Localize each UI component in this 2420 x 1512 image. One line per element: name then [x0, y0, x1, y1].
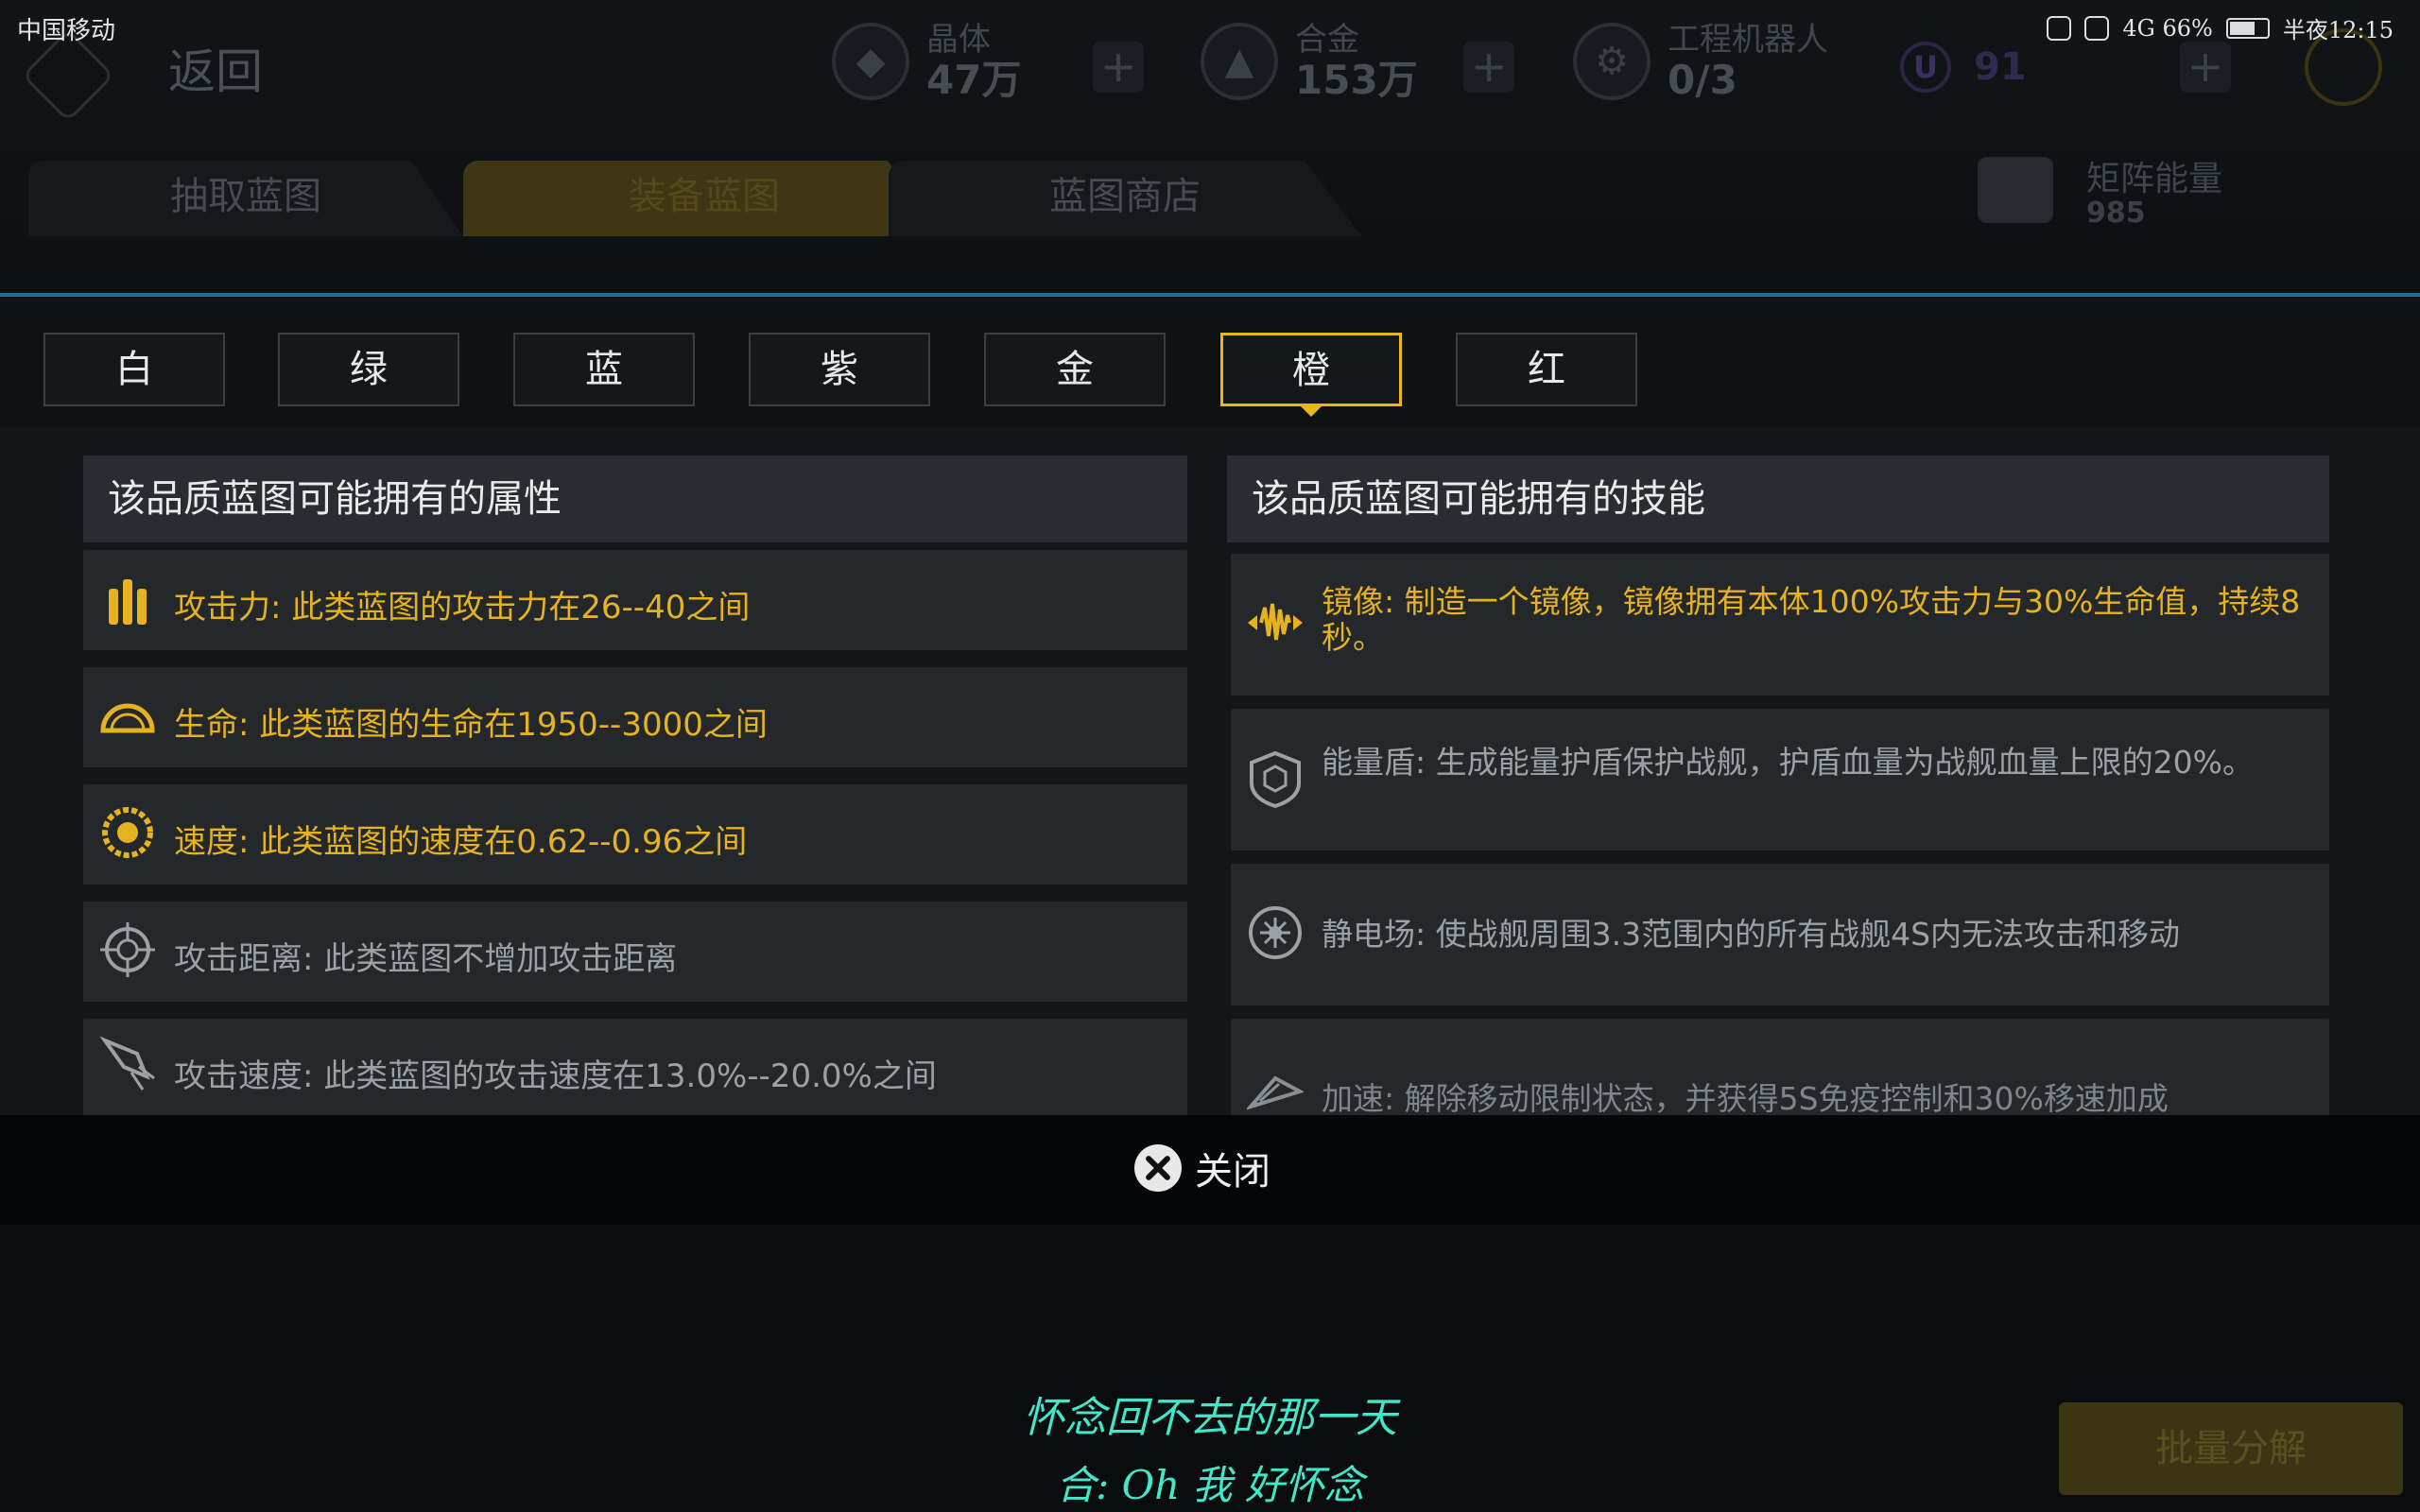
grade-tab-gold[interactable]: 金	[984, 333, 1166, 406]
attribute-row: 攻击距离: 此类蓝图不增加攻击距离	[83, 902, 1187, 1002]
blueprint-tabs: 抽取蓝图 装备蓝图 蓝图商店	[28, 161, 1361, 236]
grade-tab-green[interactable]: 绿	[278, 333, 459, 406]
skill-row: 能量盾: 生成能量护盾保护战舰，护盾血量为战舰血量上限的20%。	[1231, 709, 2329, 850]
lyric-line-1: 怀念回不去的那一天	[1023, 1394, 1397, 1442]
mute-icon	[2084, 15, 2110, 41]
tab-draw-blueprint[interactable]: 抽取蓝图	[28, 161, 463, 236]
attribute-text: 攻击速度: 此类蓝图的攻击速度在13.0%--20.0%之间	[174, 1057, 937, 1095]
shield-dome-icon	[98, 686, 157, 745]
skill-text: 加速: 解除移动限制状态，并获得5S免疫控制和30%移速加成	[1322, 1080, 2169, 1116]
matrix-cube-icon	[1978, 157, 2053, 223]
hex-shield-icon	[1246, 750, 1305, 809]
crosshair-icon	[98, 920, 157, 979]
status-icons: 4G 66% 半夜12:15	[2047, 11, 2394, 44]
accelerate-icon	[1246, 1062, 1305, 1115]
carrier-name: 中国移动	[17, 17, 116, 45]
attribute-row: 攻击力: 此类蓝图的攻击力在26--40之间	[83, 550, 1187, 650]
skill-row: 静电场: 使战舰周围3.3范围内的所有战舰4S内无法攻击和移动	[1231, 864, 2329, 1005]
skill-row: 镜像: 制造一个镜像，镜像拥有本体100%攻击力与30%生命值，持续8秒。	[1231, 554, 2329, 696]
attribute-text: 生命: 此类蓝图的生命在1950--3000之间	[174, 706, 768, 744]
grade-tab-red[interactable]: 红	[1456, 333, 1637, 406]
close-label[interactable]: 关闭	[1195, 1141, 1270, 1195]
battery-icon	[2225, 17, 2270, 39]
grade-tab-purple[interactable]: 紫	[749, 333, 930, 406]
tab-blueprint-shop[interactable]: 蓝图商店	[889, 161, 1361, 236]
popup-footer: 关闭	[0, 1115, 2420, 1225]
attribute-row: 生命: 此类蓝图的生命在1950--3000之间	[83, 667, 1187, 767]
close-button[interactable]: 关闭	[1134, 1134, 1270, 1202]
grade-tab-blue[interactable]: 蓝	[513, 333, 695, 406]
grade-info-popup: 白 绿 蓝 紫 金 橙 红 该品质蓝图可能拥有的属性 攻击力: 此类蓝图的攻击力…	[0, 299, 2420, 1115]
grade-tab-white[interactable]: 白	[43, 333, 225, 406]
bullets-icon	[98, 571, 157, 629]
clock: 半夜12:15	[2282, 17, 2394, 43]
skill-text: 能量盾: 生成能量护盾保护战舰，护盾血量为战舰血量上限的20%。	[1322, 744, 2254, 781]
mirror-icon	[1246, 593, 1305, 652]
attribute-text: 速度: 此类蓝图的速度在0.62--0.96之间	[174, 823, 748, 861]
rocket-icon	[98, 1034, 157, 1092]
resource-value: 153万	[1295, 57, 1418, 103]
grade-tab-orange[interactable]: 橙	[1220, 333, 1402, 417]
matrix-energy-label: 矩阵能量	[2086, 160, 2223, 198]
attribute-text: 攻击距离: 此类蓝图不增加攻击距离	[174, 940, 678, 978]
status-bar: 中国移动 4G 66% 半夜12:15	[0, 0, 2420, 57]
attributes-title: 该品质蓝图可能拥有的属性	[83, 455, 1187, 542]
skill-text: 镜像: 制造一个镜像，镜像拥有本体100%攻击力与30%生命值，持续8秒。	[1322, 583, 2301, 656]
resource-value: 0/3	[1668, 57, 1737, 103]
tab-equip-blueprint[interactable]: 装备蓝图	[463, 161, 945, 236]
close-icon[interactable]	[1134, 1144, 1182, 1192]
resource-value: 47万	[926, 57, 1022, 103]
attribute-row: 攻击速度: 此类蓝图的攻击速度在13.0%--20.0%之间	[83, 1019, 1187, 1115]
lyric-line-2: 合: Oh 我 好怀念	[1056, 1462, 1364, 1508]
headphones-icon	[2047, 15, 2072, 41]
divider	[0, 293, 2420, 297]
signal-battery-text: 4G 66%	[2122, 14, 2213, 42]
skill-text: 静电场: 使战舰周围3.3范围内的所有战舰4S内无法攻击和移动	[1322, 916, 2181, 953]
attribute-text: 攻击力: 此类蓝图的攻击力在26--40之间	[174, 589, 751, 627]
speed-gear-icon	[98, 803, 157, 862]
matrix-energy-value: 985	[2086, 197, 2146, 230]
skills-title: 该品质蓝图可能拥有的技能	[1227, 455, 2329, 542]
static-field-icon	[1246, 903, 1305, 962]
skill-row: 加速: 解除移动限制状态，并获得5S免疫控制和30%移速加成	[1231, 1019, 2329, 1115]
grade-selector: 白 绿 蓝 紫 金 橙 红	[0, 299, 2420, 427]
attribute-row: 速度: 此类蓝图的速度在0.62--0.96之间	[83, 784, 1187, 885]
